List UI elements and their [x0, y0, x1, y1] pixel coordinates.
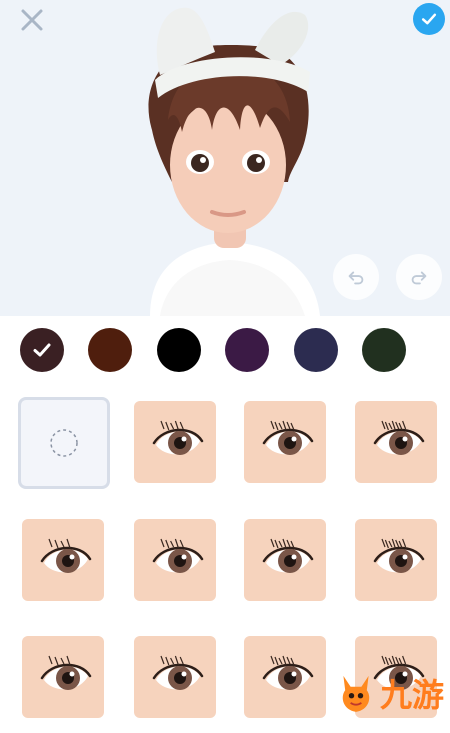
eye-style-option[interactable] [134, 636, 216, 718]
avatar-image [148, 7, 320, 316]
confirm-button[interactable] [413, 3, 445, 35]
eye-icon [262, 538, 314, 573]
redo-button[interactable] [396, 254, 442, 300]
color-swatch[interactable] [157, 328, 201, 372]
fox-mascot-icon [342, 675, 370, 712]
eye-style-option[interactable] [244, 401, 326, 483]
eye-style-option[interactable] [244, 519, 326, 601]
eye-icon [262, 655, 314, 690]
undo-icon [348, 271, 364, 285]
watermark-text: 九游 [380, 677, 445, 713]
eye-icon [373, 420, 425, 455]
eye-style-option[interactable] [355, 519, 437, 601]
color-swatch[interactable] [362, 328, 406, 372]
eye-style-option[interactable] [355, 401, 437, 483]
undo-button[interactable] [333, 254, 379, 300]
color-swatch[interactable] [88, 328, 132, 372]
watermark: 九游 [338, 668, 448, 718]
avatar-preview [0, 0, 450, 316]
eye-icon [373, 538, 425, 573]
none-icon [50, 429, 78, 457]
eye-icon [40, 655, 92, 690]
check-icon [421, 13, 437, 25]
eye-icon [262, 420, 314, 455]
redo-icon [411, 271, 427, 285]
eye-icon [152, 538, 204, 573]
eye-style-option[interactable] [244, 636, 326, 718]
eye-style-option[interactable] [22, 636, 104, 718]
eye-icon [40, 538, 92, 573]
eye-style-option[interactable] [22, 519, 104, 601]
eye-style-option[interactable] [134, 401, 216, 483]
color-swatch[interactable] [294, 328, 338, 372]
eye-icon [152, 655, 204, 690]
eye-style-option[interactable] [134, 519, 216, 601]
color-swatch[interactable] [20, 328, 64, 372]
close-button[interactable] [18, 6, 46, 34]
eye-icon [152, 420, 204, 455]
eye-style-none-option[interactable] [18, 397, 110, 489]
check-icon [33, 343, 51, 357]
close-icon [21, 9, 43, 31]
color-swatch[interactable] [225, 328, 269, 372]
